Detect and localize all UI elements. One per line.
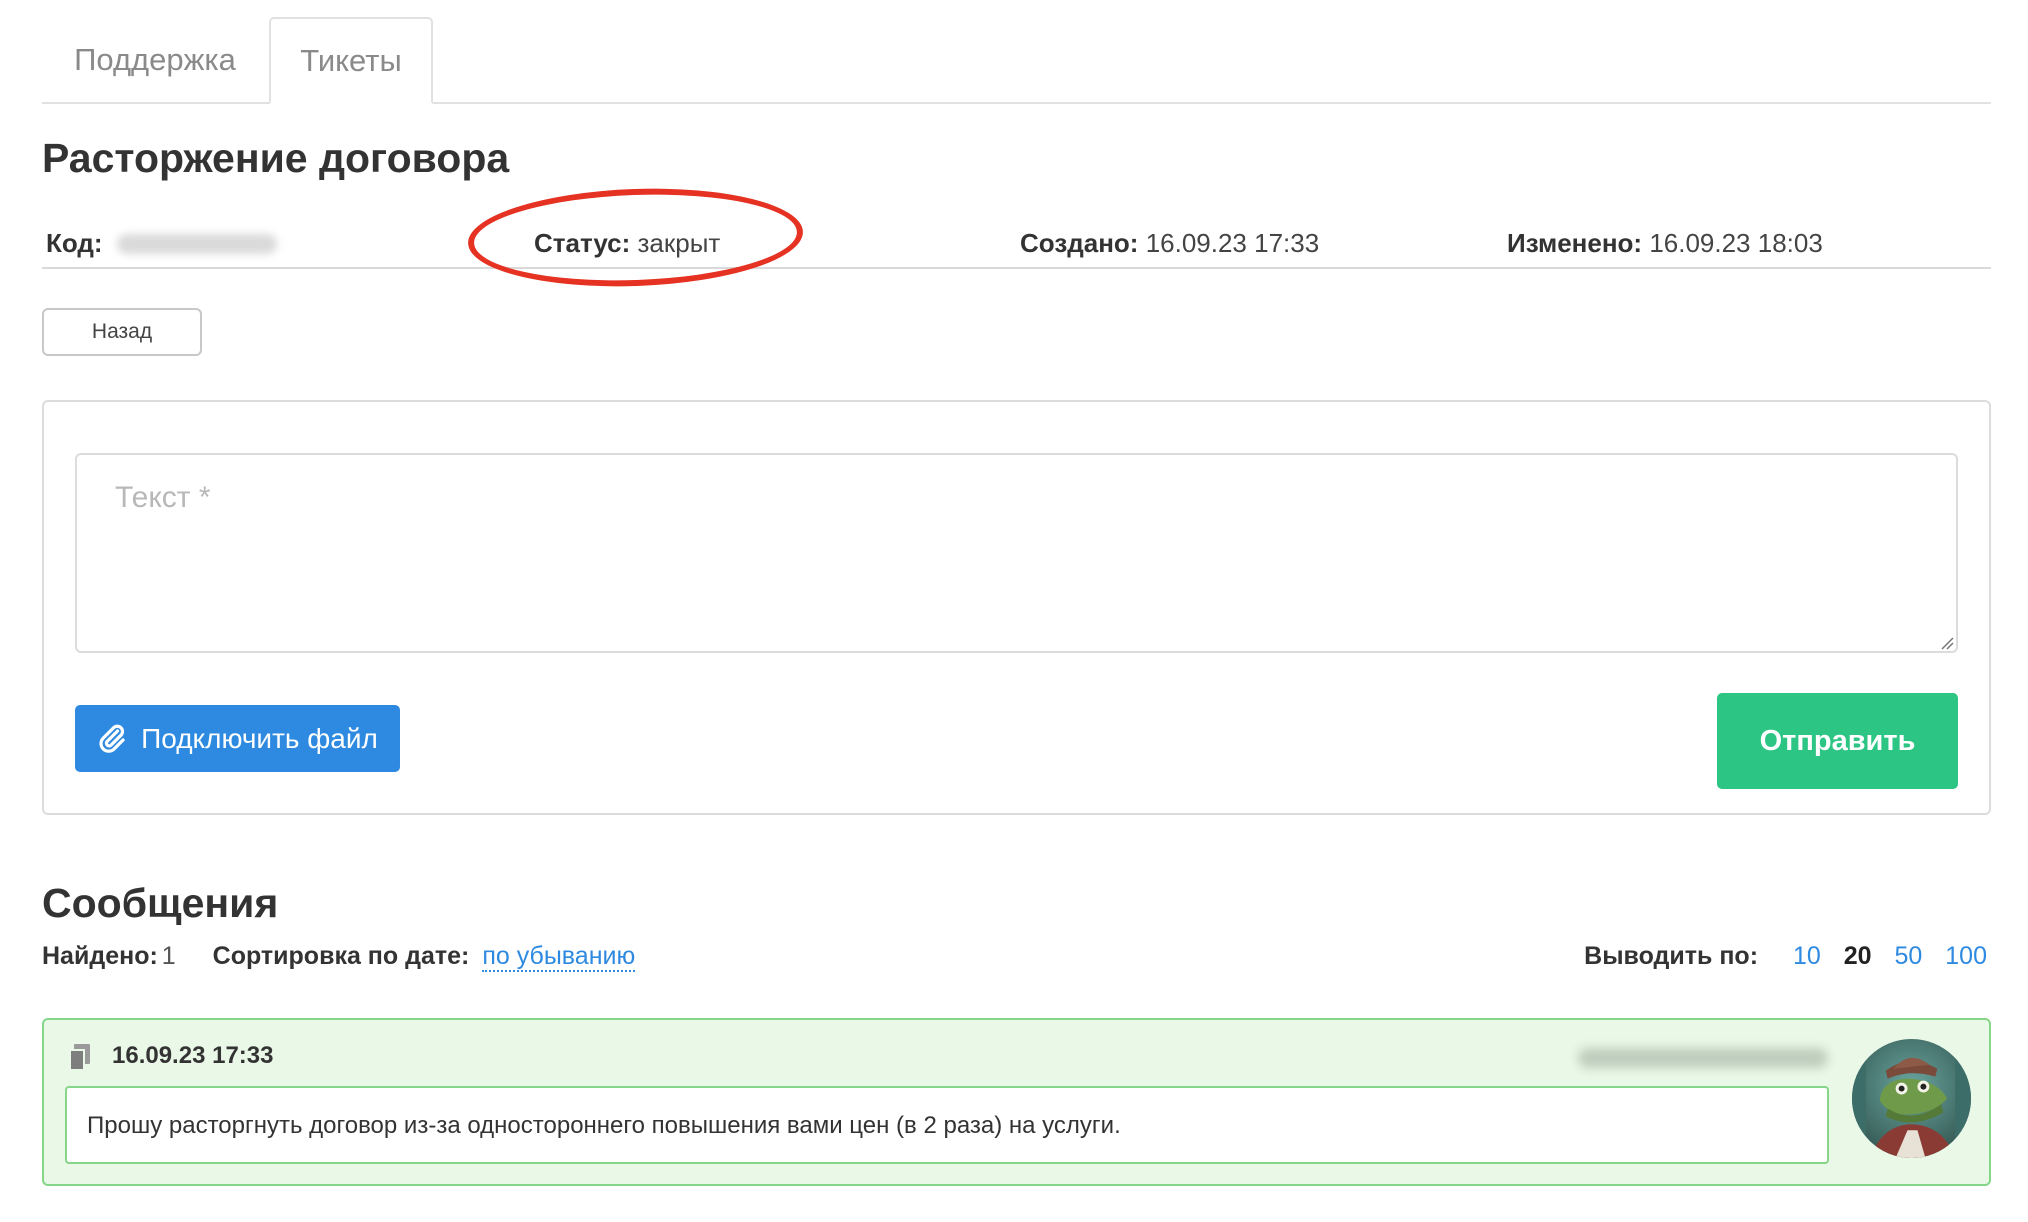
ticket-code-label: Код:: [46, 228, 103, 258]
ticket-code-value-redacted: [116, 234, 277, 254]
messages-found-and-sort: Найдено: 1 Сортировка по дате: по убывани…: [42, 942, 636, 972]
ticket-code: Код:: [46, 228, 277, 259]
messages-meta: Найдено: 1 Сортировка по дате: по убывани…: [42, 942, 1991, 978]
sort-label: Сортировка по дате:: [212, 942, 470, 970]
document-icon: [69, 1044, 90, 1071]
found-count: 1: [161, 942, 176, 970]
sort-order-link[interactable]: по убыванию: [482, 942, 636, 972]
per-page-selector: Выводить по: 10 20 50 100: [1584, 942, 1987, 971]
per-page-100[interactable]: 100: [1945, 942, 1987, 970]
message-text-input[interactable]: [75, 453, 1958, 653]
send-button[interactable]: Отправить: [1717, 693, 1958, 789]
avatar: [1852, 1039, 1971, 1158]
per-page-10[interactable]: 10: [1793, 942, 1821, 970]
per-page-20: 20: [1843, 942, 1872, 970]
message-text: Прошу расторгнуть договор из-за одностор…: [65, 1086, 1829, 1164]
page-title: Расторжение договора: [42, 135, 510, 181]
found-label: Найдено:: [42, 942, 158, 970]
attach-file-button[interactable]: Подключить файл: [75, 705, 400, 772]
message-card: 16.09.23 17:33 Прошу расторгнуть договор…: [42, 1018, 1991, 1186]
per-page-50[interactable]: 50: [1895, 942, 1923, 970]
ticket-modified-label: Изменено:: [1507, 228, 1643, 258]
tab-bar: Поддержка Тикеты: [42, 17, 1991, 104]
ticket-created: Создано: 16.09.23 17:33: [1020, 228, 1319, 259]
ticket-created-value: 16.09.23 17:33: [1145, 228, 1320, 258]
messages-title: Сообщения: [42, 880, 279, 926]
attach-file-label: Подключить файл: [141, 722, 378, 754]
author-email-redacted: [1578, 1048, 1828, 1068]
ticket-modified-value: 16.09.23 18:03: [1649, 228, 1823, 258]
status-highlight-annotation: [466, 183, 805, 292]
tab-support[interactable]: Поддержка: [42, 17, 268, 102]
resize-handle-icon[interactable]: [1940, 636, 1954, 650]
ticket-modified: Изменено: 16.09.23 18:03: [1507, 228, 1823, 259]
tab-tickets[interactable]: Тикеты: [269, 17, 433, 104]
reply-form: Подключить файл Отправить: [42, 400, 1991, 815]
ticket-info-row: Код: Статус: закрыт Создано: 16.09.23 17…: [42, 225, 1991, 269]
per-page-label: Выводить по:: [1584, 942, 1759, 970]
message-date: 16.09.23 17:33: [112, 1042, 274, 1069]
paperclip-icon: [99, 724, 125, 753]
ticket-created-label: Создано:: [1020, 228, 1139, 258]
back-button[interactable]: Назад: [42, 308, 202, 356]
